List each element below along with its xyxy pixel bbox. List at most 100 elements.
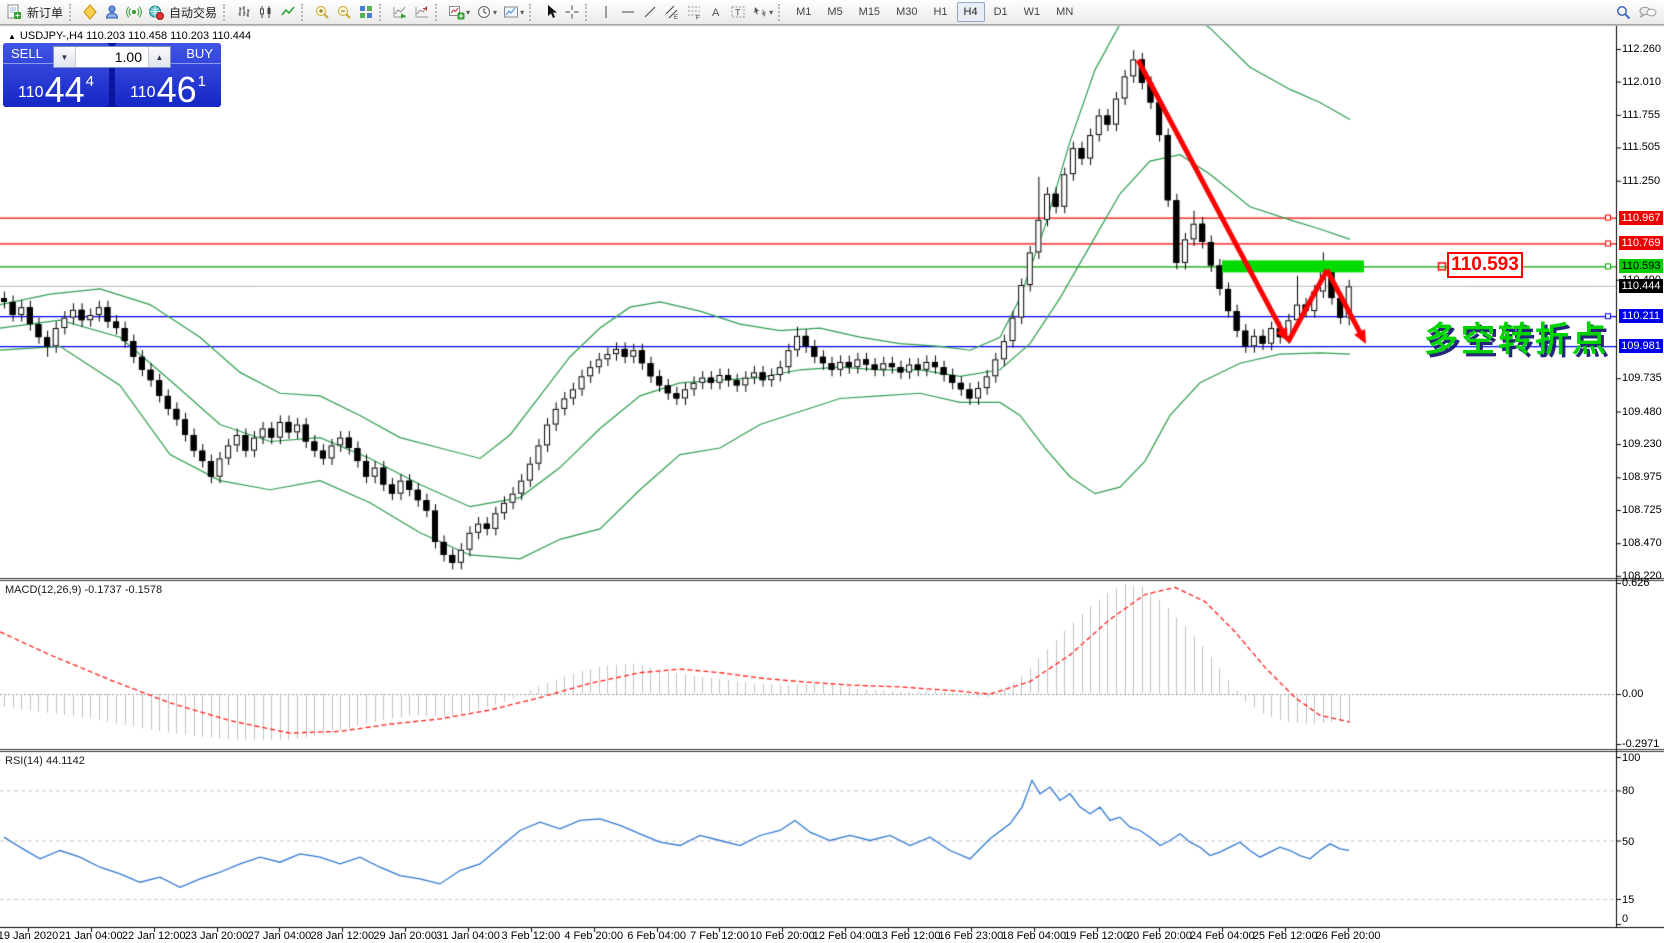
- autotrade-label[interactable]: 自动交易: [169, 4, 217, 21]
- crosshair-icon: [564, 4, 580, 20]
- chat-button[interactable]: [1635, 2, 1661, 23]
- rsi-tick-label: 80: [1622, 785, 1634, 797]
- zoom-out-icon: [336, 4, 352, 20]
- price-level-badge: 110.211: [1619, 309, 1663, 323]
- rsi-tick-label: 0: [1622, 913, 1628, 925]
- candlestick-icon: [258, 4, 274, 20]
- autotrade-icon: [148, 4, 164, 20]
- collapse-arrow-icon[interactable]: ▲: [8, 32, 16, 41]
- time-tick-label: 28 Jan 12:00: [310, 930, 374, 942]
- toolbar-grip: [69, 4, 75, 21]
- price-callout-110593[interactable]: 110.593: [1447, 252, 1523, 278]
- chevron-down-icon: ▾: [466, 8, 470, 17]
- period-button-H1[interactable]: H1: [926, 2, 954, 22]
- text-label-button[interactable]: T: [727, 2, 749, 23]
- fibonacci-button[interactable]: F: [683, 2, 705, 23]
- new-order-button[interactable]: [3, 2, 25, 23]
- period-button-M15[interactable]: M15: [852, 2, 887, 22]
- mt4-window: 新订单 自动交易 ▾ ▾ ▾ E F A T ▾: [0, 0, 1664, 943]
- period-button-H4[interactable]: H4: [957, 2, 985, 22]
- zoom-in-button[interactable]: [311, 2, 333, 23]
- tile-windows-button[interactable]: [355, 2, 377, 23]
- cursor-icon: [542, 4, 558, 20]
- search-button[interactable]: [1612, 2, 1635, 23]
- time-tick-label: 16 Feb 23:00: [938, 930, 1003, 942]
- signals-button[interactable]: [123, 2, 145, 23]
- time-tick-label: 3 Feb 12:00: [502, 930, 561, 942]
- profiles-button[interactable]: [101, 2, 123, 23]
- clock-icon: [476, 4, 492, 20]
- cursor-button[interactable]: [539, 2, 561, 23]
- arrows-tool-button[interactable]: ▾: [749, 2, 776, 23]
- bar-chart-button[interactable]: [233, 2, 255, 23]
- chart-shift-icon: [414, 4, 430, 20]
- period-button-W1[interactable]: W1: [1017, 2, 1048, 22]
- toolbar-grip: [223, 4, 229, 21]
- candlestick-button[interactable]: [255, 2, 277, 23]
- new-order-icon: [6, 4, 22, 20]
- time-tick-label: 19 Jan 2020: [0, 930, 58, 942]
- period-button-M5[interactable]: M5: [820, 2, 849, 22]
- volume-increase-button[interactable]: ▲: [148, 47, 170, 67]
- volume-decrease-button[interactable]: ▼: [54, 47, 76, 67]
- toolbar-grip: [301, 4, 307, 21]
- diamond-icon: [82, 4, 98, 20]
- chart-shift-button[interactable]: [411, 2, 433, 23]
- trendline-button[interactable]: [639, 2, 661, 23]
- price-tick-label: 108.975: [1622, 471, 1662, 483]
- time-tick-label: 6 Feb 04:00: [627, 930, 686, 942]
- indicators-icon: [448, 4, 465, 20]
- periods-clock-button[interactable]: ▾: [473, 2, 500, 23]
- zoom-out-button[interactable]: [333, 2, 355, 23]
- rsi-tick-label: 15: [1622, 894, 1634, 906]
- turning-point-annotation[interactable]: 多空转折点: [1424, 312, 1609, 361]
- price-tick-label: 109.480: [1622, 406, 1662, 418]
- toolbar-grip: [585, 4, 591, 21]
- sell-price-prefix: 110: [18, 84, 44, 102]
- time-tick-label: 31 Jan 04:00: [436, 930, 500, 942]
- svg-text:A: A: [712, 7, 720, 19]
- text-label-icon: T: [730, 4, 746, 20]
- templates-button[interactable]: ▾: [500, 2, 527, 23]
- toolbar-grip: [529, 4, 535, 21]
- macd-tick-label: 0.626: [1622, 577, 1650, 589]
- time-tick-label: 22 Jan 12:00: [122, 930, 186, 942]
- text-a-icon: A: [709, 4, 723, 20]
- price-tick-label: 109.230: [1622, 438, 1662, 450]
- time-tick-label: 25 Feb 12:00: [1253, 930, 1318, 942]
- metaquotes-button[interactable]: [79, 2, 101, 23]
- indicators-button[interactable]: ▾: [445, 2, 473, 23]
- channel-icon: E: [664, 4, 680, 20]
- time-tick-label: 24 Feb 04:00: [1190, 930, 1255, 942]
- channel-button[interactable]: E: [661, 2, 683, 23]
- template-icon: [503, 4, 519, 20]
- person-icon: [104, 4, 120, 20]
- toolbar-grip: [778, 4, 784, 21]
- chart-canvas[interactable]: [0, 0, 1664, 943]
- toolbar-grip: [379, 4, 385, 21]
- line-chart-button[interactable]: [277, 2, 299, 23]
- volume-value[interactable]: 1.00: [76, 47, 148, 67]
- signal-icon: [126, 4, 142, 20]
- price-level-badge: 110.769: [1619, 236, 1663, 250]
- period-button-MN[interactable]: MN: [1049, 2, 1080, 22]
- macd-label: MACD(12,26,9) -0.1737 -0.1578: [5, 584, 162, 596]
- toolbar-grip: [435, 4, 441, 21]
- trendline-icon: [642, 4, 658, 20]
- text-button[interactable]: A: [705, 2, 727, 23]
- period-button-M30[interactable]: M30: [889, 2, 924, 22]
- auto-scroll-button[interactable]: [389, 2, 411, 23]
- crosshair-button[interactable]: [561, 2, 583, 23]
- new-order-label[interactable]: 新订单: [27, 4, 63, 21]
- price-level-badge: 109.981: [1619, 339, 1663, 353]
- time-tick-label: 27 Jan 04:00: [248, 930, 312, 942]
- vertical-line-button[interactable]: [595, 2, 617, 23]
- period-button-M1[interactable]: M1: [789, 2, 818, 22]
- time-tick-label: 23 Jan 20:00: [185, 930, 249, 942]
- period-button-D1[interactable]: D1: [987, 2, 1015, 22]
- autotrade-button[interactable]: [145, 2, 167, 23]
- time-tick-label: 29 Jan 20:00: [373, 930, 437, 942]
- horizontal-line-button[interactable]: [617, 2, 639, 23]
- price-tick-label: 108.470: [1622, 537, 1662, 549]
- sell-price-sup: 4: [86, 73, 94, 90]
